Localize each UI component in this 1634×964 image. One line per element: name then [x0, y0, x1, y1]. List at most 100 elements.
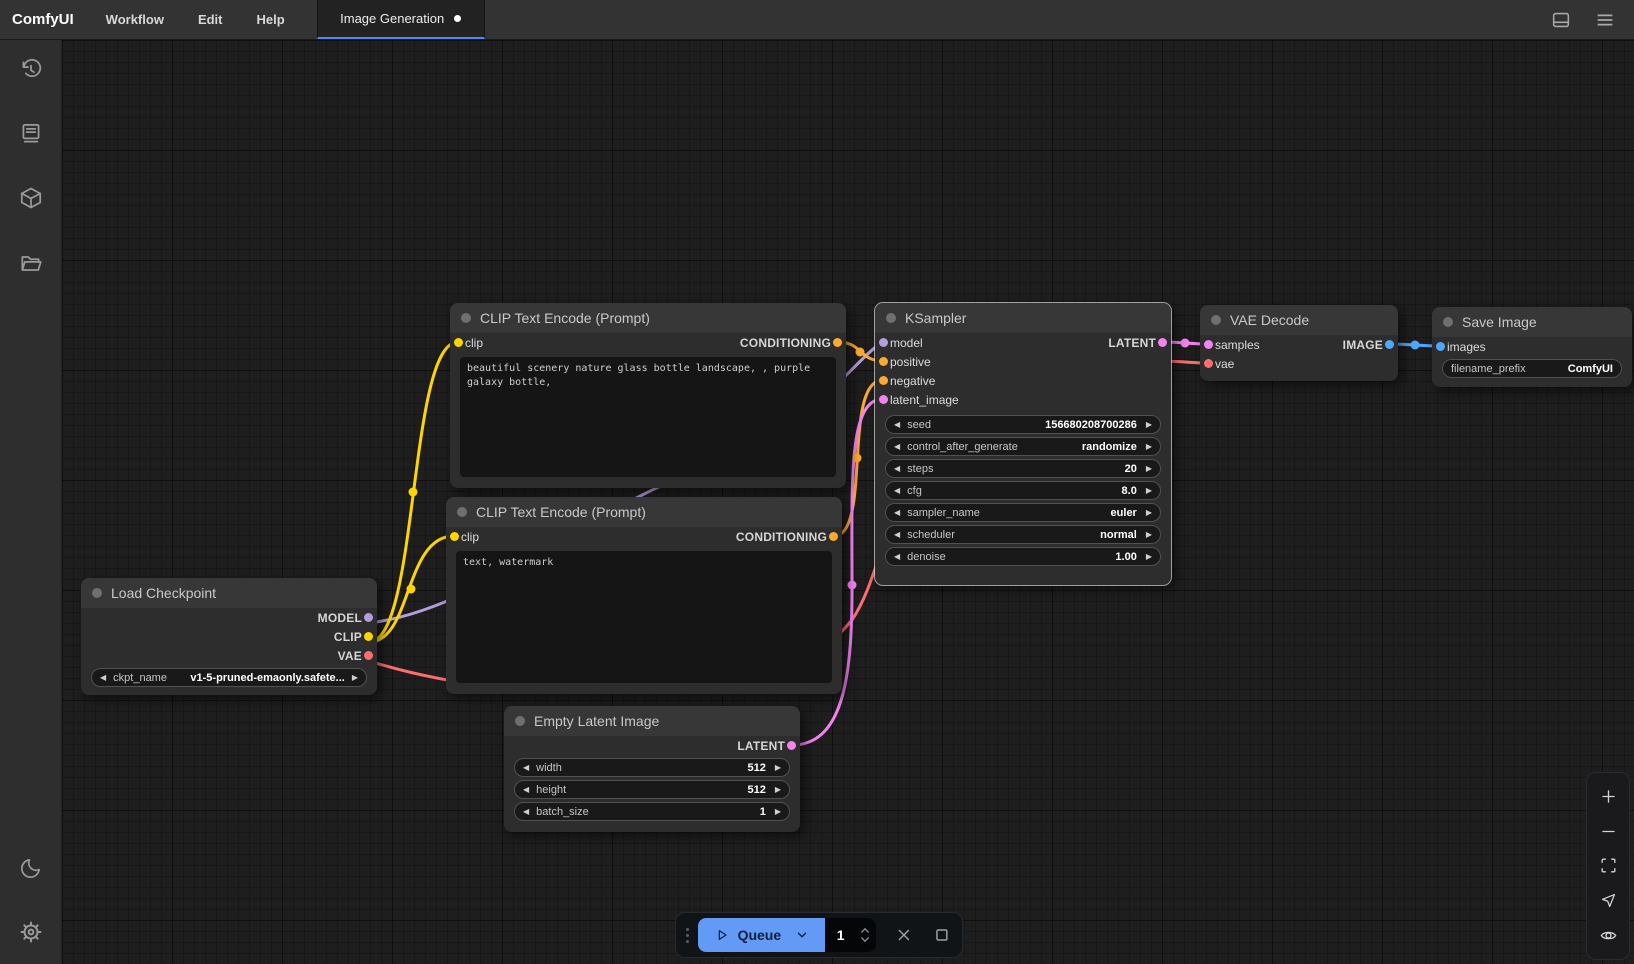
node-clip-text-encode-positive[interactable]: CLIP Text Encode (Prompt) clip CONDITION… — [450, 303, 846, 488]
collapse-dot-icon[interactable] — [92, 588, 102, 598]
input-slot-clip[interactable] — [450, 532, 459, 541]
widget-denoise[interactable]: ◀ denoise 1.00 ▶ — [885, 547, 1161, 566]
node-title-bar[interactable]: CLIP Text Encode (Prompt) — [450, 303, 846, 333]
increment-arrow-icon[interactable]: ▶ — [352, 674, 358, 682]
input-slot-model[interactable] — [879, 338, 888, 347]
output-slot-latent[interactable] — [787, 741, 796, 750]
widget-ckpt-name[interactable]: ◀ ckpt_name v1-5-pruned-emaonly.safete..… — [91, 668, 367, 687]
node-title-bar[interactable]: Empty Latent Image — [504, 706, 800, 736]
stop-icon[interactable] — [932, 925, 952, 945]
increment-arrow-icon[interactable]: ▶ — [1146, 553, 1152, 561]
sidebar-item-theme[interactable] — [9, 846, 53, 890]
hamburger-menu-icon[interactable] — [1594, 9, 1616, 31]
input-slot-positive[interactable] — [879, 357, 888, 366]
widget-seed[interactable]: ◀ seed 156680208700286 ▶ — [885, 415, 1161, 434]
widget-cfg[interactable]: ◀ cfg 8.0 ▶ — [885, 481, 1161, 500]
collapse-dot-icon[interactable] — [1443, 317, 1453, 327]
output-slot-image[interactable] — [1385, 340, 1394, 349]
output-slot-conditioning[interactable] — [833, 338, 842, 347]
clear-queue-icon[interactable] — [894, 925, 914, 945]
stepper-down-icon[interactable] — [860, 936, 870, 943]
decrement-arrow-icon[interactable]: ◀ — [894, 443, 900, 451]
decrement-arrow-icon[interactable]: ◀ — [894, 465, 900, 473]
collapse-dot-icon[interactable] — [457, 507, 467, 517]
increment-arrow-icon[interactable]: ▶ — [1146, 509, 1152, 517]
increment-arrow-icon[interactable]: ▶ — [775, 764, 781, 772]
widget-height[interactable]: ◀ height 512 ▶ — [514, 780, 790, 799]
node-save-image[interactable]: Save Image images filename_prefix ComfyU… — [1432, 307, 1632, 387]
widget-scheduler[interactable]: ◀ scheduler normal ▶ — [885, 525, 1161, 544]
collapse-dot-icon[interactable] — [886, 313, 896, 323]
increment-arrow-icon[interactable]: ▶ — [1146, 531, 1152, 539]
increment-arrow-icon[interactable]: ▶ — [1146, 421, 1152, 429]
node-title-bar[interactable]: CLIP Text Encode (Prompt) — [446, 497, 842, 527]
increment-arrow-icon[interactable]: ▶ — [1146, 465, 1152, 473]
sidebar-item-settings[interactable] — [9, 910, 53, 954]
bottom-panel-toggle-icon[interactable] — [1550, 9, 1572, 31]
widget-control-after-generate[interactable]: ◀ control_after_generate randomize ▶ — [885, 437, 1161, 456]
decrement-arrow-icon[interactable]: ◀ — [523, 786, 529, 794]
decrement-arrow-icon[interactable]: ◀ — [523, 808, 529, 816]
node-title-bar[interactable]: Save Image — [1432, 307, 1632, 337]
input-slot-samples[interactable] — [1204, 340, 1213, 349]
output-slot-latent[interactable] — [1158, 338, 1167, 347]
prompt-textarea[interactable]: beautiful scenery nature glass bottle la… — [460, 357, 836, 477]
decrement-arrow-icon[interactable]: ◀ — [894, 487, 900, 495]
output-slot-conditioning[interactable] — [829, 532, 838, 541]
decrement-arrow-icon[interactable]: ◀ — [523, 764, 529, 772]
node-graph-canvas[interactable]: Load Checkpoint MODEL CLIP VAE ◀ ckpt_na… — [62, 40, 1634, 964]
widget-batch-size[interactable]: ◀ batch_size 1 ▶ — [514, 802, 790, 821]
collapse-dot-icon[interactable] — [1211, 315, 1221, 325]
widget-filename-prefix[interactable]: filename_prefix ComfyUI — [1442, 359, 1622, 378]
collapse-dot-icon[interactable] — [461, 313, 471, 323]
node-title-bar[interactable]: Load Checkpoint — [81, 578, 377, 608]
node-title-bar[interactable]: KSampler — [875, 303, 1171, 333]
collapse-dot-icon[interactable] — [515, 716, 525, 726]
decrement-arrow-icon[interactable]: ◀ — [894, 509, 900, 517]
widget-steps[interactable]: ◀ steps 20 ▶ — [885, 459, 1161, 478]
comfyui-logo[interactable]: ComfyUI — [0, 0, 88, 39]
sidebar-item-queue[interactable] — [9, 111, 53, 155]
toggle-visibility-button[interactable] — [1590, 921, 1626, 951]
widget-width[interactable]: ◀ width 512 ▶ — [514, 758, 790, 777]
tab-image-generation[interactable]: Image Generation — [317, 0, 485, 39]
zoom-in-button[interactable] — [1590, 781, 1626, 811]
node-clip-text-encode-negative[interactable]: CLIP Text Encode (Prompt) clip CONDITION… — [446, 497, 842, 694]
input-slot-images[interactable] — [1436, 342, 1445, 351]
sidebar-item-history[interactable] — [9, 48, 53, 92]
increment-arrow-icon[interactable]: ▶ — [775, 786, 781, 794]
cursor-mode-button[interactable] — [1590, 886, 1626, 916]
widget-sampler-name[interactable]: ◀ sampler_name euler ▶ — [885, 503, 1161, 522]
sidebar-item-model-library[interactable] — [9, 176, 53, 220]
input-slot-latent-image[interactable] — [879, 395, 888, 404]
node-vae-decode[interactable]: VAE Decode samples IMAGE vae — [1200, 305, 1398, 381]
menu-help[interactable]: Help — [257, 12, 285, 27]
fit-view-button[interactable] — [1590, 851, 1626, 881]
node-empty-latent-image[interactable]: Empty Latent Image LATENT ◀ width 512 ▶ … — [504, 706, 800, 832]
queue-button[interactable]: Queue — [698, 918, 825, 952]
decrement-arrow-icon[interactable]: ◀ — [894, 553, 900, 561]
input-slot-clip[interactable] — [454, 338, 463, 347]
drag-handle-icon[interactable] — [686, 928, 689, 943]
output-slot-clip[interactable] — [364, 632, 373, 641]
input-slot-negative[interactable] — [879, 376, 888, 385]
increment-arrow-icon[interactable]: ▶ — [1146, 487, 1152, 495]
menu-edit[interactable]: Edit — [198, 12, 223, 27]
decrement-arrow-icon[interactable]: ◀ — [100, 674, 106, 682]
increment-arrow-icon[interactable]: ▶ — [1146, 443, 1152, 451]
increment-arrow-icon[interactable]: ▶ — [775, 808, 781, 816]
input-slot-vae[interactable] — [1204, 359, 1213, 368]
chevron-down-icon[interactable] — [795, 928, 809, 942]
node-load-checkpoint[interactable]: Load Checkpoint MODEL CLIP VAE ◀ ckpt_na… — [81, 578, 377, 695]
output-slot-model[interactable] — [364, 613, 373, 622]
node-ksampler[interactable]: KSampler model LATENT positive negative … — [875, 303, 1171, 585]
menu-workflow[interactable]: Workflow — [106, 12, 164, 27]
decrement-arrow-icon[interactable]: ◀ — [894, 421, 900, 429]
prompt-textarea[interactable]: text, watermark — [456, 551, 832, 683]
node-title-bar[interactable]: VAE Decode — [1200, 305, 1398, 335]
stepper-up-icon[interactable] — [860, 927, 870, 934]
output-slot-vae[interactable] — [364, 651, 373, 660]
batch-count-input[interactable]: 1 — [825, 918, 877, 952]
zoom-out-button[interactable] — [1590, 816, 1626, 846]
sidebar-item-workflows[interactable] — [9, 241, 53, 285]
